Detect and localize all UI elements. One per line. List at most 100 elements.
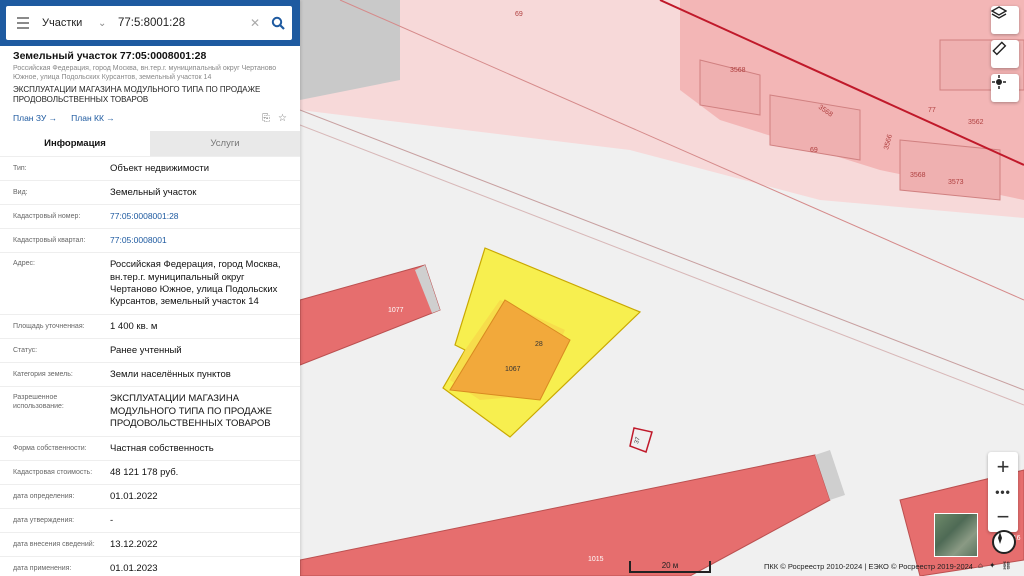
property-row: дата применения: 01.01.2023: [0, 556, 300, 576]
property-value: Ранее учтенный: [110, 344, 182, 356]
properties-list: Тип: Объект недвижимости Вид: Земельный …: [0, 156, 300, 576]
locate-button[interactable]: [991, 74, 1019, 102]
more-button[interactable]: •••: [988, 482, 1018, 502]
object-title: Земельный участок 77:05:0008001:28: [13, 50, 207, 62]
map-label: 3568: [910, 172, 926, 179]
property-row: Вид: Земельный участок: [0, 180, 300, 204]
property-row: Адрес: Российская Федерация, город Москв…: [0, 252, 300, 314]
cursor-icon[interactable]: ✦: [989, 561, 996, 570]
property-key: Форма собственности:: [13, 445, 87, 453]
property-row: дата утверждения: -: [0, 508, 300, 532]
map-label: 37: [634, 436, 642, 445]
property-value: Частная собственность: [110, 442, 214, 454]
property-value: 1 400 кв. м: [110, 320, 158, 332]
compass-button[interactable]: [992, 530, 1016, 554]
property-key: Вид:: [13, 189, 28, 197]
property-row: Площадь уточненная: 1 400 кв. м: [0, 314, 300, 338]
ruler-button[interactable]: [991, 40, 1019, 68]
property-value: Российская Федерация, город Москва, вн.т…: [110, 259, 281, 308]
plan-kk-link[interactable]: План КК →: [71, 113, 115, 123]
crosshair-icon: [992, 75, 1006, 89]
property-row: дата определения: 01.01.2022: [0, 484, 300, 508]
property-row: Кадастровый квартал: 77:05:0008001: [0, 228, 300, 252]
object-address: Российская Федерация, город Москва, вн.т…: [13, 65, 277, 82]
compass-icon: [998, 532, 1002, 544]
plan-zu-link[interactable]: План ЗУ →: [13, 113, 57, 123]
property-key: Адрес:: [13, 260, 35, 268]
header-actions: ⎘ ☆: [262, 113, 287, 124]
object-use-line-2: ПРОДОВОЛЬСТВЕННЫХ ТОВАРОВ: [13, 95, 149, 105]
map-label: 1077: [388, 307, 404, 314]
tab-services[interactable]: Услуги: [150, 131, 300, 157]
property-key: Кадастровая стоимость:: [13, 469, 93, 477]
map-label: 3573: [948, 179, 964, 186]
property-key: дата применения:: [13, 565, 72, 573]
tabs: Информация Услуги: [0, 131, 300, 157]
property-key: дата определения:: [13, 493, 75, 501]
zoom-in-button[interactable]: +: [988, 452, 1018, 482]
property-value: 01.01.2023: [110, 562, 158, 574]
property-key: Тип:: [13, 165, 27, 173]
property-row: Форма собственности: Частная собственнос…: [0, 436, 300, 460]
property-key: Разрешенное использование:: [13, 394, 64, 411]
property-value: 48 121 178 руб.: [110, 466, 179, 478]
cadastral-number-link[interactable]: 77:05:0008001:28: [98, 211, 300, 222]
object-use-line-1: ЭКСПЛУАТАЦИИ МАГАЗИНА МОДУЛЬНОГО ТИПА ПО…: [13, 85, 261, 95]
object-use: ЭКСПЛУАТАЦИИ МАГАЗИНА МОДУЛЬНОГО ТИПА ПО…: [13, 85, 287, 105]
map-label: 1067: [505, 366, 521, 373]
property-key: дата утверждения:: [13, 517, 75, 525]
layers-button[interactable]: [991, 6, 1019, 34]
map-label: 3568: [730, 67, 746, 74]
property-row: Тип: Объект недвижимости: [0, 156, 300, 180]
pink-building-3: [899, 139, 1001, 201]
property-value: Земельный участок: [110, 186, 197, 198]
search-bar: Участки ⌄ 77:5:8001:28 ✕: [0, 0, 300, 46]
property-value: 01.01.2022: [110, 490, 158, 502]
ruler-icon: [992, 41, 1007, 56]
map-label: 1015: [588, 556, 604, 563]
property-row: Кадастровый номер: 77:05:0008001:28: [0, 204, 300, 228]
property-row: Кадастровая стоимость: 48 121 178 руб.: [0, 460, 300, 484]
map-label: 69: [515, 11, 523, 18]
property-value: -: [110, 514, 114, 526]
map-label: 69: [810, 147, 818, 154]
cadastral-quarter-link[interactable]: 77:05:0008001: [98, 235, 300, 246]
chevron-down-icon[interactable]: ⌄: [98, 18, 114, 29]
clear-icon[interactable]: ✕: [246, 16, 264, 30]
property-key: Площадь уточненная:: [13, 323, 85, 331]
search-input[interactable]: 77:5:8001:28: [114, 17, 246, 29]
property-key: Категория земель:: [13, 371, 73, 379]
red-building-bottom: [299, 454, 831, 576]
report-icon[interactable]: ⎘: [262, 113, 270, 124]
menu-icon[interactable]: [6, 17, 40, 29]
link-icon[interactable]: ⛓: [1002, 561, 1012, 570]
map-label: 28: [535, 341, 543, 348]
search-icon: [271, 16, 285, 30]
plan-links: План ЗУ → План КК → ⎘ ☆: [13, 111, 287, 125]
bottom-icons: ⌂ ✦ ⛓: [978, 561, 1012, 570]
property-value: 13.12.2022: [110, 538, 158, 550]
zoom-control: + ••• −: [988, 452, 1018, 532]
zoom-out-button[interactable]: −: [988, 502, 1018, 532]
search-button[interactable]: [264, 16, 292, 30]
property-value: ЭКСПЛУАТАЦИИ МАГАЗИНА МОДУЛЬНОГО ТИПА ПО…: [110, 393, 273, 429]
search-type-select[interactable]: Участки: [40, 17, 98, 29]
property-row: Статус: Ранее учтенный: [0, 338, 300, 362]
layers-icon: [991, 6, 1007, 19]
property-row: дата внесения сведений: 13.12.2022: [0, 532, 300, 556]
property-value: Земли населённых пунктов: [110, 368, 231, 380]
home-icon[interactable]: ⌂: [978, 561, 983, 570]
object-header: Земельный участок 77:05:0008001:28 Росси…: [0, 46, 300, 125]
attribution-text: ПКК © Росреестр 2010-2024 | ЕЭКО © Росре…: [764, 562, 973, 571]
property-row: Категория земель: Земли населённых пункт…: [0, 362, 300, 386]
search-box: Участки ⌄ 77:5:8001:28 ✕: [6, 6, 292, 40]
property-key: дата внесения сведений:: [13, 541, 95, 549]
tab-info[interactable]: Информация: [0, 131, 150, 157]
property-key: Статус:: [13, 347, 38, 355]
property-value: Объект недвижимости: [110, 162, 210, 174]
property-row: Разрешенное использование: ЭКСПЛУАТАЦИИ …: [0, 386, 300, 436]
satellite-minimap[interactable]: [934, 513, 978, 557]
info-panel: Участки ⌄ 77:5:8001:28 ✕ Земельный участ…: [0, 0, 300, 576]
map-label: 77: [928, 107, 936, 114]
star-icon[interactable]: ☆: [278, 113, 287, 124]
